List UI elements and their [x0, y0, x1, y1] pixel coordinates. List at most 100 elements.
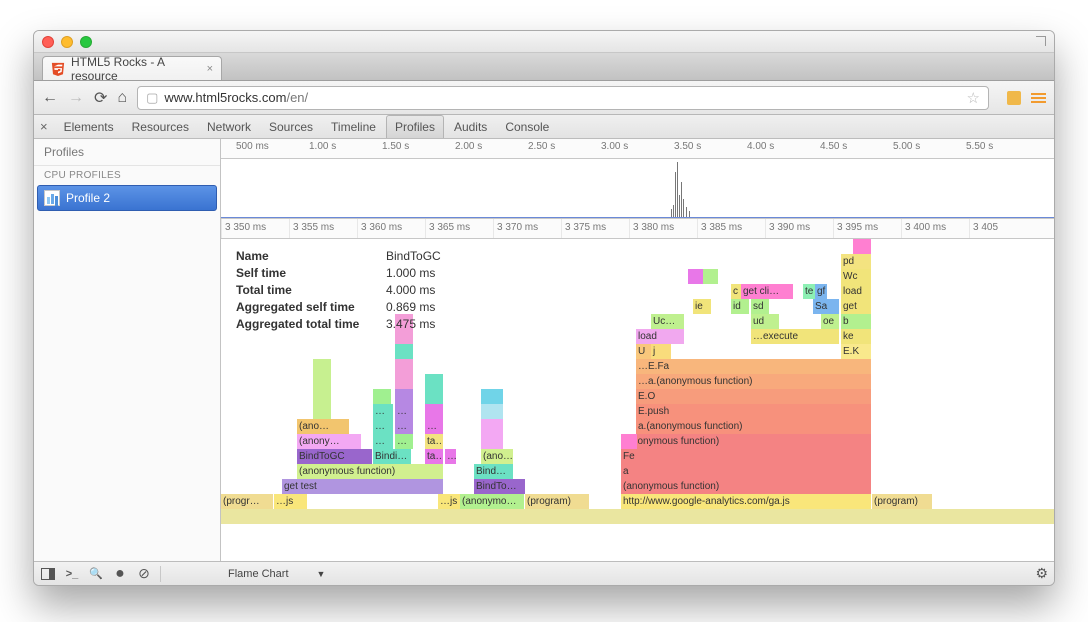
flame-bar[interactable]: get [841, 299, 871, 314]
settings-gear-icon[interactable]: ⚙ [1035, 565, 1048, 582]
view-selector[interactable]: Flame Chart ▼ [228, 568, 325, 580]
devtools-tab-resources[interactable]: Resources [124, 116, 197, 138]
forward-button[interactable]: → [68, 89, 84, 107]
flame-bar[interactable]: get cli… [741, 284, 793, 299]
record-button[interactable]: ● [112, 566, 128, 582]
flame-bar[interactable]: …execute [751, 329, 839, 344]
flame-bar[interactable]: sd [751, 299, 769, 314]
flame-bar[interactable]: (anony… [297, 434, 361, 449]
flame-bar[interactable] [313, 374, 331, 389]
flame-bar[interactable]: Sa [813, 299, 839, 314]
flame-bar[interactable]: Bind… [474, 464, 513, 479]
flame-bar[interactable] [853, 239, 871, 254]
back-button[interactable]: ← [42, 89, 58, 107]
flame-bar[interactable]: … [395, 419, 413, 434]
flame-bar[interactable] [425, 374, 443, 389]
devtools-tab-timeline[interactable]: Timeline [323, 116, 384, 138]
flame-bar[interactable]: a [621, 464, 871, 479]
flame-bar[interactable] [395, 389, 413, 404]
window-maximize-button[interactable] [80, 36, 92, 48]
devtools-tab-audits[interactable]: Audits [446, 116, 495, 138]
overview-ruler[interactable]: 500 ms1.00 s1.50 s2.00 s2.50 s3.00 s3.50… [221, 139, 1054, 159]
flame-bar[interactable]: (anonymous function) [621, 434, 871, 449]
flame-bar[interactable]: (program) [872, 494, 932, 509]
overview-timeline[interactable] [221, 159, 1054, 219]
window-minimize-button[interactable] [61, 36, 73, 48]
flame-bar[interactable] [313, 404, 331, 419]
flame-bar[interactable]: (ano… [481, 449, 513, 464]
flame-chart[interactable]: NameBindToGCSelf time1.000 msTotal time4… [221, 239, 1054, 561]
flame-bar[interactable] [373, 389, 391, 404]
home-button[interactable]: ⌂ [117, 89, 127, 107]
flame-bar[interactable]: (ano… [297, 419, 349, 434]
flame-bar[interactable]: … [425, 419, 443, 434]
flame-bar[interactable] [395, 344, 413, 359]
flame-bar[interactable]: id [731, 299, 749, 314]
extension-icon[interactable] [1007, 91, 1021, 105]
search-icon[interactable]: 🔍 [88, 566, 104, 582]
flame-bar[interactable]: …js [438, 494, 460, 509]
devtools-tab-sources[interactable]: Sources [261, 116, 321, 138]
devtools-tab-profiles[interactable]: Profiles [386, 115, 444, 138]
detail-ruler[interactable]: 3 350 ms3 355 ms3 360 ms3 365 ms3 370 ms… [221, 219, 1054, 239]
flame-bar[interactable]: a.(anonymous function) [636, 419, 871, 434]
flame-bar[interactable] [395, 374, 413, 389]
flame-bar[interactable]: ta… [425, 449, 443, 464]
flame-bar[interactable]: (anonymous function) [621, 479, 871, 494]
flame-bar[interactable] [481, 404, 503, 419]
devtools-tab-console[interactable]: Console [497, 116, 557, 138]
flame-bar[interactable]: ke [841, 329, 871, 344]
flame-bar[interactable] [703, 269, 718, 284]
flame-bar[interactable] [395, 359, 413, 374]
flame-bar[interactable]: http://www.google-analytics.com/ga.js [621, 494, 871, 509]
flame-bar[interactable]: (program) [525, 494, 589, 509]
tab-close-icon[interactable]: × [207, 63, 213, 75]
show-drawer-button[interactable]: >_ [64, 566, 80, 582]
bookmark-star-icon[interactable]: ☆ [967, 89, 980, 107]
flame-bar[interactable] [313, 359, 331, 374]
flame-bar[interactable]: …E.Fa [636, 359, 871, 374]
flame-bar[interactable]: load [636, 329, 684, 344]
flame-bar[interactable]: Bindi… [373, 449, 411, 464]
flame-bar[interactable]: ta… [425, 434, 443, 449]
devtools-tab-network[interactable]: Network [199, 116, 259, 138]
flame-bar[interactable] [425, 404, 443, 419]
flame-bar[interactable] [621, 434, 637, 449]
url-input[interactable]: ▢ www.html5rocks.com/en/ ☆ [137, 86, 989, 110]
flame-bar[interactable]: … [445, 449, 456, 464]
flame-bar[interactable] [481, 389, 503, 404]
flame-bar[interactable]: E.push [636, 404, 871, 419]
flame-bar[interactable]: get test [282, 479, 443, 494]
flame-bar[interactable]: b [841, 314, 871, 329]
flame-bar[interactable]: (anonymo… [460, 494, 524, 509]
reload-button[interactable]: ⟳ [94, 88, 107, 108]
flame-bar[interactable]: Wc [841, 269, 871, 284]
clear-button[interactable]: ⊘ [136, 566, 152, 582]
flame-bar[interactable]: (progr… [221, 494, 273, 509]
flame-bar[interactable]: … [395, 434, 413, 449]
flame-bar[interactable] [425, 389, 443, 404]
flame-bar[interactable]: BindToGC [297, 449, 372, 464]
devtools-tab-elements[interactable]: Elements [56, 116, 122, 138]
flame-bar[interactable]: Uc… [651, 314, 684, 329]
flame-bar[interactable]: ie [693, 299, 711, 314]
menu-button[interactable] [1031, 93, 1046, 103]
flame-bar[interactable]: … [373, 419, 393, 434]
flame-bar[interactable]: …a.(anonymous function) [636, 374, 871, 389]
devtools-close-icon[interactable]: × [40, 119, 48, 134]
flame-bar[interactable]: (anonymous function) [297, 464, 443, 479]
window-close-button[interactable] [42, 36, 54, 48]
flame-bar[interactable]: ud [751, 314, 779, 329]
flame-bar[interactable]: te [803, 284, 815, 299]
profile-item[interactable]: Profile 2 [37, 185, 217, 211]
flame-bar[interactable]: BindTo… [474, 479, 525, 494]
flame-bar[interactable]: oe [821, 314, 839, 329]
flame-bar[interactable] [481, 434, 503, 449]
flame-bar[interactable]: … [373, 404, 393, 419]
flame-bar[interactable]: Fe [621, 449, 871, 464]
flame-bar[interactable]: E.O [636, 389, 871, 404]
flame-bar[interactable] [481, 419, 503, 434]
flame-bar[interactable]: …js [274, 494, 307, 509]
flame-bar[interactable] [313, 389, 331, 404]
flame-bar[interactable]: gf [815, 284, 827, 299]
